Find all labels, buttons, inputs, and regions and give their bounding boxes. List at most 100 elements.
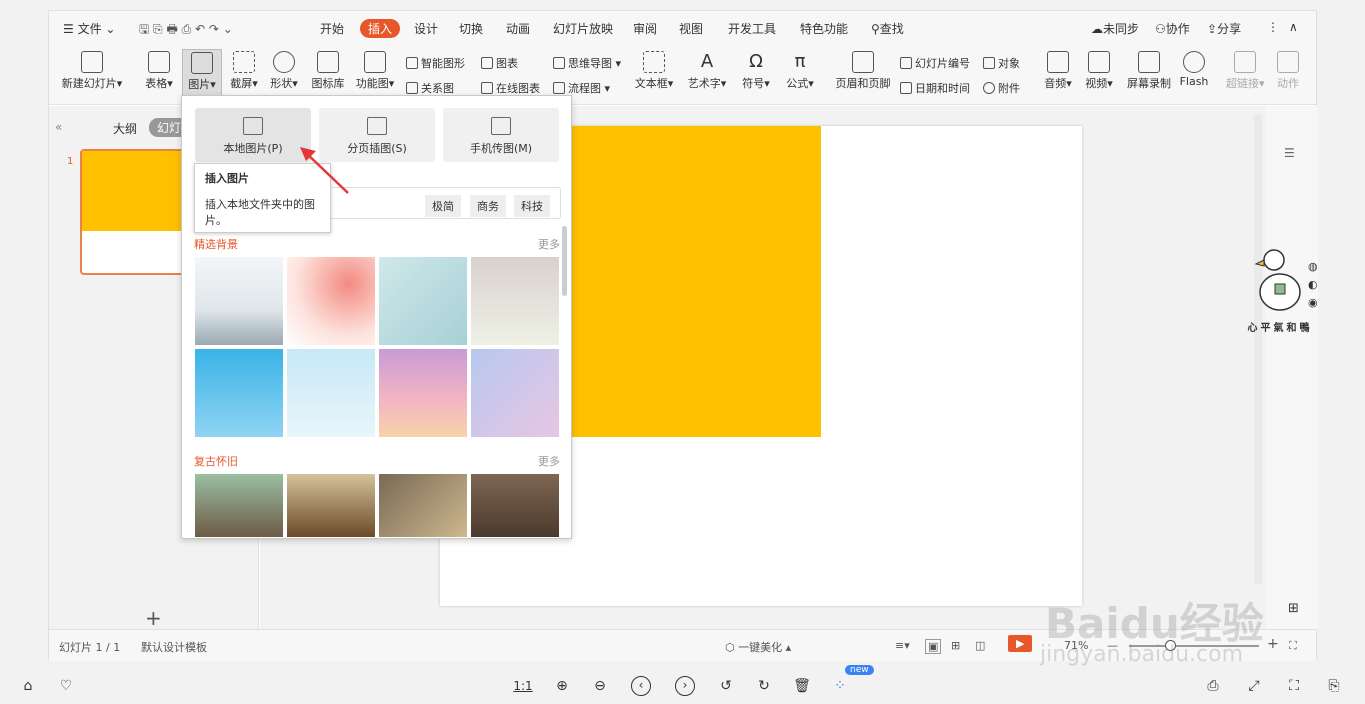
phone-picture-button[interactable]: 手机传图(M) [443,108,559,162]
shape-button[interactable]: 形状▾ [267,51,301,91]
bg-thumb-beige-gradient[interactable] [471,257,559,345]
grid-view-icon[interactable]: ⊞ [1288,601,1299,616]
action-button[interactable]: 动作 [1271,51,1305,91]
hyperlink-button[interactable]: 超链接▾ [1226,51,1265,91]
zoom-in-magnifier-icon[interactable]: ⊕ [552,676,572,696]
heart-icon[interactable]: ♡ [56,676,76,696]
picture-button[interactable]: 图片▾ [182,49,222,99]
tag-business[interactable]: 商务 [470,195,506,217]
slide-number-button[interactable]: 幻灯片编号 [900,55,970,71]
header-footer-button[interactable]: 页眉和页脚 [833,51,893,91]
tab-developer[interactable]: 开发工具 [728,20,776,37]
delete-icon[interactable]: 🗑 [792,676,812,696]
search-button[interactable]: ⚲查找 [871,20,904,37]
fit-window-icon[interactable]: ⛶ [1289,639,1297,653]
more-retro-link[interactable]: 更多 [538,453,560,469]
normal-view-icon[interactable]: ▣ [925,639,942,654]
bg-thumb-purple-gradient[interactable] [471,349,559,437]
smart-shape-button[interactable]: 智能图形 [406,55,465,71]
tab-slideshow[interactable]: 幻灯片放映 [553,20,613,37]
template-name[interactable]: 默认设计模板 [141,639,207,655]
date-time-button[interactable]: 日期和时间 [900,80,970,96]
play-button[interactable]: ▶ [1008,635,1033,652]
object-button[interactable]: 对象 [983,55,1020,71]
collab-button[interactable]: ⚇协作 [1155,20,1190,37]
new-slide-button[interactable]: 新建幻灯片▾ [59,51,125,91]
bg-thumb-light-blue[interactable] [287,349,375,437]
bg-thumb-blue-sky-plane[interactable] [195,349,283,437]
export-icon[interactable]: ⎘ [1324,676,1344,696]
bg-thumb-teal-leaves[interactable] [379,257,467,345]
tag-minimal[interactable]: 极简 [425,195,461,217]
ocr-icon[interactable]: ⛶ [1284,676,1304,696]
print-icon[interactable]: ⎙ [1203,676,1223,696]
retro-thumb-papers[interactable] [379,474,467,537]
tab-review[interactable]: 审阅 [633,20,657,37]
audio-button[interactable]: 音频▾ [1041,51,1075,91]
apps-icon[interactable]: ⁘ [830,676,850,696]
tab-insert[interactable]: 插入 [360,19,401,38]
rotate-right-icon[interactable]: ↻ [754,676,774,696]
tab-animation[interactable]: 动画 [506,20,530,37]
file-menu[interactable]: ☰ 文件 ⌄ [63,20,115,37]
folder-icon[interactable]: ⌂ [18,676,38,696]
screenshot-button[interactable]: 截屏▾ [227,51,261,91]
icon-library-button[interactable]: 图标库 [309,51,347,91]
more-menu-icon[interactable]: ⋮ [1267,20,1279,34]
zoom-in-icon[interactable]: + [1267,636,1279,652]
rotate-left-icon[interactable]: ↺ [716,676,736,696]
tab-start[interactable]: 开始 [320,20,344,37]
slide-thumbnail[interactable] [80,149,188,275]
circle-icon-3[interactable]: ◉ [1308,296,1318,309]
previous-icon[interactable]: ‹ [631,676,651,696]
chart-button[interactable]: 图表 [481,55,518,71]
screen-record-button[interactable]: 屏幕录制 [1125,51,1173,91]
collapse-ribbon-icon[interactable]: ∧ [1289,20,1298,34]
reading-view-icon[interactable]: ◫ [975,639,985,652]
beautify-button[interactable]: ⬡ 一键美化 ▴ [725,639,791,655]
circle-icon-1[interactable]: ◍ [1308,260,1318,273]
tag-tech[interactable]: 科技 [514,195,550,217]
flowchart-button[interactable]: 流程图 ▾ [553,80,610,96]
circle-icon-2[interactable]: ◐ [1308,278,1318,291]
mindmap-button[interactable]: 思维导图 ▾ [553,55,621,71]
formula-button[interactable]: π 公式▾ [783,51,817,91]
vertical-scrollbar[interactable] [1254,114,1262,584]
tab-features[interactable]: 特色功能 [800,20,848,37]
fullscreen-icon[interactable]: ⤢ [1244,676,1264,696]
sorter-view-icon[interactable]: ⊞ [951,639,960,652]
retro-thumb-wood[interactable] [471,474,559,537]
actual-size-button[interactable]: 1:1 [513,676,533,696]
sync-status[interactable]: ☁未同步 [1091,20,1139,37]
symbol-button[interactable]: Ω 符号▾ [739,51,773,91]
flash-button[interactable]: Flash [1177,51,1211,88]
tab-design[interactable]: 设计 [414,20,438,37]
attachment-button[interactable]: 附件 [983,80,1020,96]
tab-view[interactable]: 视图 [679,20,703,37]
quick-access-icons[interactable]: 🖫 ⎘ 🖶 ⎙ ↶ ↷ ⌄ [139,20,233,41]
zoom-out-magnifier-icon[interactable]: ⊖ [590,676,610,696]
retro-thumb-tv[interactable] [195,474,283,537]
collapse-pane-icon[interactable]: « [55,120,62,134]
settings-sliders-icon[interactable]: ☰ [1284,146,1295,160]
dropdown-scrollbar[interactable] [562,226,567,296]
online-chart-button[interactable]: 在线图表 [481,80,540,96]
local-picture-button[interactable]: 本地图片(P) [195,108,311,162]
notes-icon[interactable]: ≡▾ [895,639,910,652]
bg-thumb-pink-crane[interactable] [379,349,467,437]
add-slide-button[interactable]: + [145,606,162,630]
retro-thumb-sepia[interactable] [287,474,375,537]
share-button[interactable]: ⇪分享 [1207,20,1241,37]
video-button[interactable]: 视频▾ [1082,51,1116,91]
bg-thumb-ink-landscape[interactable] [195,257,283,345]
art-text-button[interactable]: A 艺术字▾ [685,51,729,91]
next-icon[interactable]: › [675,676,695,696]
tab-outline[interactable]: 大纲 [113,120,137,137]
more-featured-link[interactable]: 更多 [538,236,560,252]
tab-transition[interactable]: 切换 [459,20,483,37]
function-chart-button[interactable]: 功能图▾ [353,51,397,91]
table-button[interactable]: 表格▾ [142,51,176,91]
relation-chart-button[interactable]: 关系图 [406,80,454,96]
bg-thumb-pink-watercolor[interactable] [287,257,375,345]
textbox-button[interactable]: 文本框▾ [632,51,676,91]
